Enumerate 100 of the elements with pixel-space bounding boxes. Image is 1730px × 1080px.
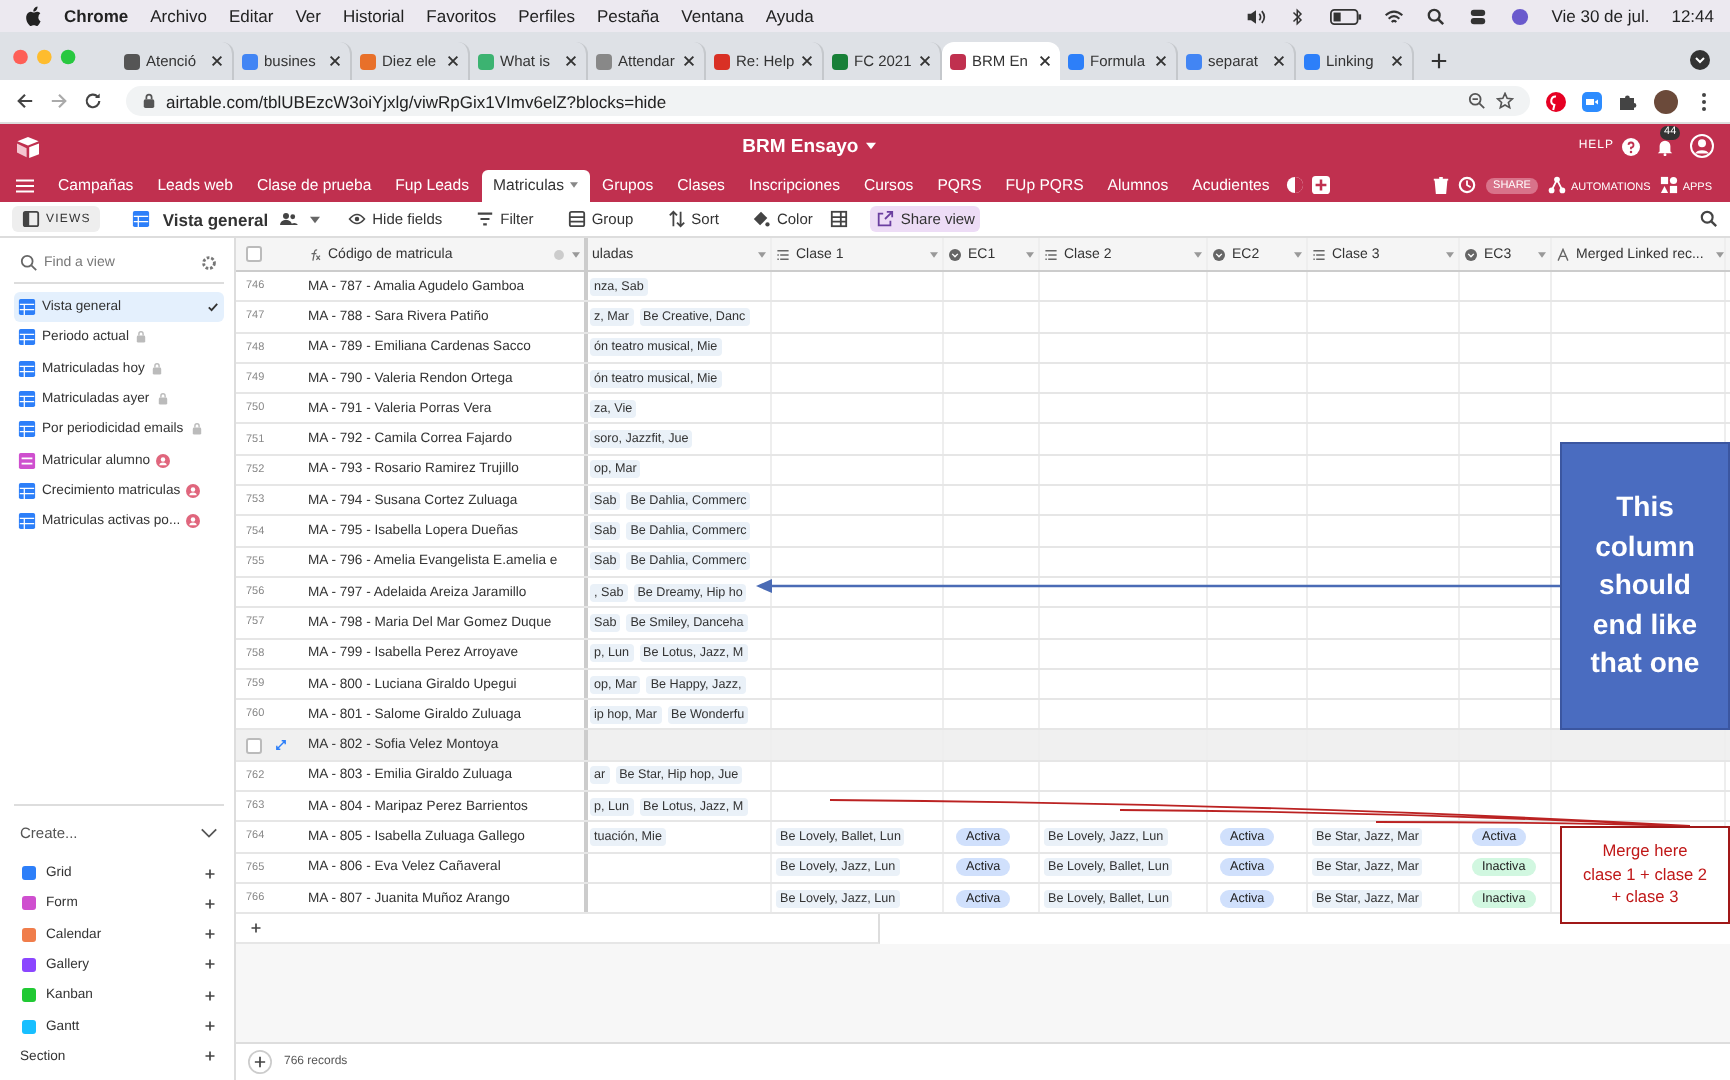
note-box: Merge here clase 1 + clase 2 + clase 3 (1560, 826, 1730, 924)
menu-bar-date[interactable]: Vie 30 de jul. (1551, 6, 1650, 26)
caret-icon[interactable] (1715, 251, 1724, 257)
plus-icon[interactable] (204, 989, 216, 1002)
logo-icon[interactable] (16, 135, 40, 157)
video-icon[interactable] (1582, 91, 1602, 111)
search-icon (20, 254, 38, 272)
close-icon[interactable] (446, 54, 460, 68)
help-icon[interactable] (1622, 137, 1641, 155)
select-all-checkbox[interactable] (246, 246, 262, 262)
menu-item[interactable]: Historial (342, 6, 405, 26)
caret-icon[interactable] (570, 182, 579, 188)
menu-item[interactable]: Perfiles (518, 6, 575, 26)
pin-icon[interactable] (1546, 91, 1566, 111)
menu-item[interactable]: Favoritos (426, 6, 497, 26)
star-icon[interactable] (1496, 92, 1514, 110)
chevron-icon[interactable] (200, 823, 218, 842)
menu-item[interactable]: Ventana (681, 6, 744, 26)
caret-icon[interactable] (310, 215, 321, 223)
add-table-icon[interactable] (1311, 176, 1330, 194)
user-avatar-icon[interactable] (1690, 134, 1715, 158)
caret-icon[interactable] (572, 251, 580, 257)
list-icon (1312, 247, 1326, 261)
caret-icon[interactable] (1194, 251, 1202, 257)
close-icon[interactable] (1390, 54, 1404, 68)
history-icon[interactable] (1457, 176, 1476, 194)
menu-item[interactable]: Editar (228, 6, 274, 26)
new-tab-icon[interactable] (1430, 52, 1448, 70)
siri-icon[interactable] (1509, 7, 1530, 25)
caret-icon[interactable] (1446, 251, 1454, 257)
menu-item[interactable]: Chrome (64, 6, 129, 26)
reload-icon[interactable] (84, 92, 102, 110)
group-icon[interactable] (567, 210, 586, 228)
close-icon[interactable] (1154, 54, 1168, 68)
eye-icon[interactable] (348, 210, 367, 228)
add-row-icon[interactable] (250, 922, 262, 935)
menu-bar-time[interactable]: 12:44 (1671, 6, 1714, 26)
sort-icon[interactable] (667, 210, 686, 228)
filter-icon[interactable] (476, 210, 495, 228)
toggle-icon[interactable] (1285, 176, 1304, 194)
close-icon[interactable] (1038, 54, 1052, 68)
plus-icon[interactable] (204, 1020, 216, 1033)
caret-icon[interactable] (1026, 251, 1034, 257)
apps-icon[interactable] (1660, 176, 1679, 194)
notification-bell-icon[interactable] (1656, 137, 1675, 155)
menu-item[interactable]: Ayuda (765, 6, 814, 26)
paint-bucket-icon[interactable] (752, 210, 771, 228)
share-icon[interactable] (876, 210, 895, 228)
volume-icon[interactable] (1245, 7, 1266, 25)
caret-icon[interactable] (1538, 251, 1546, 257)
add-record-button[interactable] (248, 1050, 272, 1074)
plus-icon[interactable] (204, 928, 216, 941)
menu-item[interactable]: Archivo (150, 6, 207, 26)
bluetooth-icon[interactable] (1287, 7, 1308, 25)
menu-item[interactable]: Ver (295, 6, 321, 26)
wifi-icon[interactable] (1383, 7, 1404, 25)
close-icon[interactable] (918, 54, 932, 68)
trash-icon[interactable] (1431, 176, 1450, 194)
formula-icon (308, 247, 322, 261)
sidebar-icon[interactable] (22, 210, 40, 228)
caret-icon[interactable] (930, 251, 938, 257)
apple-logo-icon[interactable] (24, 6, 42, 26)
menu-icon[interactable] (16, 178, 34, 194)
list-icon (1044, 247, 1058, 261)
close-icon[interactable] (682, 54, 696, 68)
plus-icon[interactable] (204, 958, 216, 971)
address-field[interactable]: airtable.com/tblUBEzcW3oiYjxlg/viwRpGix1VImv6elZ?blocks=hide (126, 86, 1530, 116)
menu-item[interactable]: Pestaña (596, 6, 660, 26)
settings-icon[interactable] (200, 254, 218, 272)
row-checkbox[interactable] (246, 737, 262, 754)
back-icon[interactable] (16, 92, 34, 110)
zoom-icon[interactable] (1468, 92, 1486, 110)
control-center-icon[interactable] (1467, 7, 1488, 25)
select-icon (1464, 247, 1478, 261)
row-height-icon[interactable] (830, 210, 849, 228)
tab-search-icon[interactable] (1690, 50, 1710, 70)
close-icon[interactable] (210, 54, 224, 68)
profile-avatar[interactable] (1654, 89, 1678, 113)
puzzle-icon[interactable] (1618, 91, 1638, 111)
base-title[interactable]: BRM Ensayo (742, 135, 859, 157)
search-icon[interactable] (1425, 7, 1446, 25)
plus-icon[interactable] (204, 1050, 216, 1063)
close-icon[interactable] (328, 54, 342, 68)
battery-icon[interactable] (1329, 7, 1362, 25)
caret-icon[interactable] (758, 251, 766, 257)
automations-icon[interactable] (1548, 176, 1567, 194)
plus-icon[interactable] (204, 867, 216, 880)
search-icon[interactable] (1700, 210, 1718, 228)
caret-icon[interactable] (1294, 251, 1302, 257)
view-name[interactable]: Vista general (162, 209, 269, 229)
lock-icon[interactable] (142, 92, 156, 110)
list-icon (776, 247, 790, 261)
close-icon[interactable] (564, 54, 578, 68)
plus-icon[interactable] (204, 897, 216, 910)
close-icon[interactable] (800, 54, 815, 68)
expand-icon[interactable] (274, 738, 288, 753)
grid-view-icon (18, 328, 36, 347)
caret-icon[interactable] (866, 142, 877, 150)
close-icon[interactable] (1272, 54, 1286, 68)
grid-view-icon (132, 210, 151, 228)
